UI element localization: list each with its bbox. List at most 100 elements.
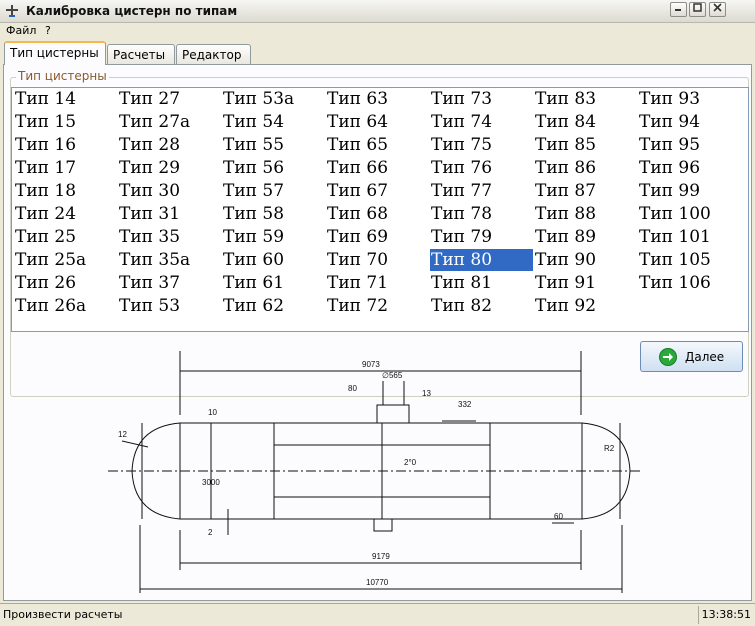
window-title: Калибровка цистерн по типам	[26, 4, 238, 18]
title-bar: Калибровка цистерн по типам	[0, 0, 755, 23]
tank-type-item[interactable]: Тип 25а	[14, 249, 117, 271]
tank-type-item[interactable]: Тип 28	[118, 134, 221, 156]
tank-type-item[interactable]: Тип 24	[14, 203, 117, 225]
tank-type-item[interactable]: Тип 61	[222, 272, 325, 294]
tank-type-item[interactable]: Тип 99	[638, 180, 741, 202]
tank-type-item[interactable]: Тип 91	[534, 272, 637, 294]
tank-type-item[interactable]: Тип 106	[638, 272, 741, 294]
tank-type-item[interactable]: Тип 68	[326, 203, 429, 225]
tank-type-item[interactable]: Тип 72	[326, 295, 429, 317]
tank-type-item[interactable]: Тип 14	[14, 88, 117, 110]
tank-type-item[interactable]: Тип 92	[534, 295, 637, 317]
tank-type-item[interactable]: Тип 63	[326, 88, 429, 110]
tank-type-item[interactable]: Тип 17	[14, 157, 117, 179]
tank-type-item[interactable]: Тип 27	[118, 88, 221, 110]
dim-2-0: 2°0	[404, 458, 417, 467]
tank-type-item[interactable]: Тип 62	[222, 295, 325, 317]
menu-file[interactable]: Файл	[6, 24, 36, 37]
app-icon	[6, 5, 18, 17]
tank-type-list[interactable]: Тип 14 Тип 15 Тип 16 Тип 17 Тип 18 Тип 24 Тип …	[11, 87, 749, 332]
minimize-button[interactable]	[670, 2, 687, 17]
tank-type-item[interactable]: Тип 73	[430, 88, 533, 110]
tank-type-item[interactable]: Тип 88	[534, 203, 637, 225]
arrow-right-icon	[659, 348, 677, 366]
tank-type-item[interactable]: Тип 90	[534, 249, 637, 271]
tank-type-item[interactable]: Тип 80	[430, 249, 533, 271]
tank-type-item[interactable]: Тип 18	[14, 180, 117, 202]
tab-editor[interactable]: Редактор	[176, 44, 251, 64]
tank-type-item[interactable]: Тип 87	[534, 180, 637, 202]
menu-bar: Файл ?	[0, 22, 755, 38]
tank-type-item[interactable]: Тип 93	[638, 88, 741, 110]
tank-drawing: 9073 ∅565 80 13 332 10 3000 2 2°0 12 60 …	[108, 351, 640, 593]
tank-type-item[interactable]: Тип 60	[222, 249, 325, 271]
maximize-icon	[693, 3, 702, 12]
tank-type-item[interactable]: Тип 101	[638, 226, 741, 248]
tank-type-item[interactable]: Тип 76	[430, 157, 533, 179]
next-button[interactable]: Далее	[640, 341, 743, 372]
tank-type-item[interactable]: Тип 95	[638, 134, 741, 156]
tank-type-item[interactable]: Тип 105	[638, 249, 741, 271]
tank-type-item[interactable]: Тип 57	[222, 180, 325, 202]
tank-type-item[interactable]: Тип 25	[14, 226, 117, 248]
tank-type-item[interactable]: Тип 82	[430, 295, 533, 317]
tank-type-item[interactable]: Тип 26а	[14, 295, 117, 317]
tank-type-item[interactable]: Тип 53	[118, 295, 221, 317]
tank-type-item[interactable]: Тип 15	[14, 111, 117, 133]
status-text: Произвести расчеты	[3, 608, 123, 621]
tank-type-item[interactable]: Тип 85	[534, 134, 637, 156]
tank-type-item[interactable]: Тип 30	[118, 180, 221, 202]
tank-type-item[interactable]: Тип 53а	[222, 88, 325, 110]
tank-type-item[interactable]: Тип 64	[326, 111, 429, 133]
tank-type-item[interactable]: Тип 35а	[118, 249, 221, 271]
tank-type-item[interactable]: Тип 35	[118, 226, 221, 248]
tank-type-item[interactable]: Тип 54	[222, 111, 325, 133]
tank-type-item[interactable]: Тип 81	[430, 272, 533, 294]
tank-type-item[interactable]: Тип 67	[326, 180, 429, 202]
group-legend: Тип цистерны	[16, 69, 109, 83]
maximize-button[interactable]	[689, 2, 706, 17]
tank-type-item[interactable]: Тип 71	[326, 272, 429, 294]
tank-type-item[interactable]: Тип 29	[118, 157, 221, 179]
tank-type-item[interactable]: Тип 27а	[118, 111, 221, 133]
dim-80: 80	[348, 384, 357, 393]
tab-calculations[interactable]: Расчеты	[107, 44, 175, 64]
dim-3000: 3000	[202, 478, 220, 487]
tank-type-item[interactable]: Тип 78	[430, 203, 533, 225]
tank-type-item[interactable]: Тип 65	[326, 134, 429, 156]
dim-mid-length: 9179	[372, 552, 390, 561]
tab-tank-type[interactable]: Тип цистерны	[4, 41, 106, 65]
tank-type-item[interactable]: Тип 58	[222, 203, 325, 225]
next-button-label: Далее	[685, 350, 725, 364]
tank-type-item[interactable]: Тип 56	[222, 157, 325, 179]
tank-type-item[interactable]: Тип 75	[430, 134, 533, 156]
tank-type-item[interactable]: Тип 37	[118, 272, 221, 294]
tank-type-item[interactable]: Тип 79	[430, 226, 533, 248]
tank-type-item[interactable]: Тип 100	[638, 203, 741, 225]
tank-type-item[interactable]: Тип 59	[222, 226, 325, 248]
tank-type-item[interactable]: Тип 77	[430, 180, 533, 202]
tank-type-item[interactable]: Тип 83	[534, 88, 637, 110]
tank-type-item[interactable]: Тип 94	[638, 111, 741, 133]
tank-type-item[interactable]: Тип 96	[638, 157, 741, 179]
menu-help[interactable]: ?	[45, 24, 51, 37]
tank-type-item[interactable]: Тип 86	[534, 157, 637, 179]
dim-r: R2	[604, 444, 615, 453]
tank-type-item[interactable]: Тип 69	[326, 226, 429, 248]
close-icon	[713, 3, 722, 12]
dim-total-length: 10770	[366, 578, 389, 587]
tank-type-item[interactable]: Тип 55	[222, 134, 325, 156]
minimize-icon	[675, 9, 681, 11]
tank-type-item[interactable]: Тип 70	[326, 249, 429, 271]
close-button[interactable]	[709, 2, 726, 17]
tank-type-item[interactable]: Тип 16	[14, 134, 117, 156]
tank-type-item[interactable]: Тип 89	[534, 226, 637, 248]
tank-type-item[interactable]: Тип 84	[534, 111, 637, 133]
tank-type-item[interactable]: Тип 31	[118, 203, 221, 225]
dim-60: 60	[554, 512, 563, 521]
tank-type-item[interactable]: Тип 66	[326, 157, 429, 179]
tank-type-item[interactable]: Тип 74	[430, 111, 533, 133]
tab-panel: Тип цистерны Тип 14 Тип 15 Тип 16 Тип 17 Тип…	[3, 64, 752, 601]
status-bar: Произвести расчеты 13:38:51	[0, 603, 755, 626]
tank-type-item[interactable]: Тип 26	[14, 272, 117, 294]
